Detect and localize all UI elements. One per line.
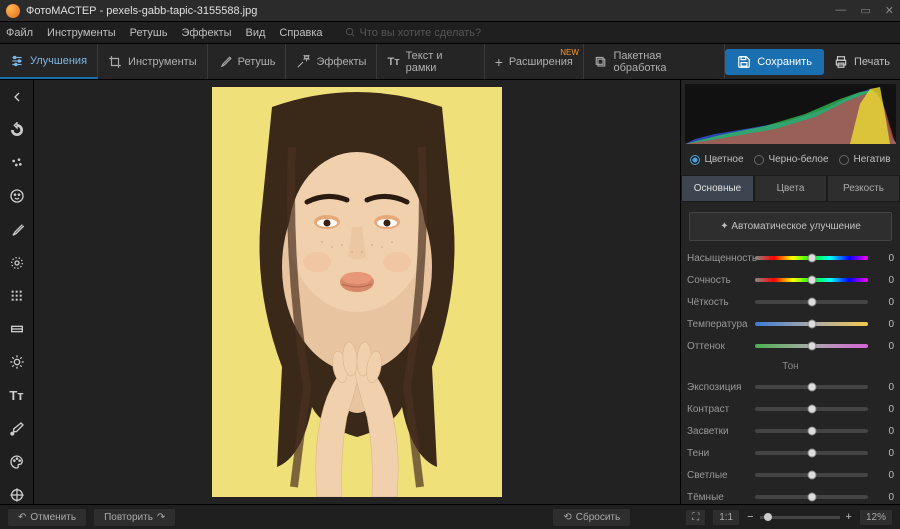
minimize-icon[interactable]: — — [835, 4, 846, 17]
tab-enhance[interactable]: Улучшения — [0, 44, 98, 79]
tab-batch[interactable]: Пакетная обработка — [584, 44, 725, 79]
text-icon: Tт — [387, 56, 399, 68]
subtab-colors[interactable]: Цвета — [754, 175, 827, 202]
canvas[interactable] — [34, 80, 680, 504]
close-icon[interactable]: ✕ — [885, 4, 894, 17]
search-icon — [345, 27, 356, 38]
histogram — [685, 84, 896, 144]
menu-tools[interactable]: Инструменты — [47, 27, 116, 39]
menu-help[interactable]: Справка — [279, 27, 322, 39]
paint-icon[interactable] — [8, 221, 26, 238]
grain-icon[interactable] — [8, 287, 26, 304]
bottombar: ↶Отменить Повторить↷ ⟲Сбросить ⛶ 1:1 − +… — [0, 504, 900, 529]
adjustment-subtabs: Основные Цвета Резкость — [681, 175, 900, 202]
stack-icon — [594, 55, 608, 69]
slider-shadows[interactable]: Тени0 — [687, 442, 894, 464]
wand-icon — [296, 55, 310, 69]
text-tool-icon[interactable]: Tт — [8, 387, 26, 404]
print-button[interactable]: Печать — [834, 55, 890, 69]
app-logo-icon — [6, 4, 20, 18]
slider-saturation[interactable]: Насыщенность0 — [687, 247, 894, 269]
save-button[interactable]: Сохранить — [725, 49, 824, 75]
reset-button[interactable]: ⟲Сбросить — [553, 509, 630, 526]
new-badge: NEW — [560, 48, 579, 57]
palette-icon[interactable] — [8, 454, 26, 471]
face-icon[interactable] — [8, 188, 26, 205]
tab-effects[interactable]: Эффекты — [286, 44, 377, 79]
menubar-search[interactable]: Что вы хотите сделать? — [345, 27, 482, 39]
auto-enhance-button[interactable]: ✦ Автоматическое улучшение — [689, 212, 892, 241]
titlebar: ФотоМАСТЕР - pexels-gabb-tapic-3155588.j… — [0, 0, 900, 22]
menu-retouch[interactable]: Ретушь — [130, 27, 168, 39]
slider-whites[interactable]: Светлые0 — [687, 464, 894, 486]
fit-button[interactable]: ⛶ — [686, 510, 705, 525]
zoom-slider[interactable] — [760, 516, 840, 519]
subtab-basic[interactable]: Основные — [681, 175, 754, 202]
reset-icon: ⟲ — [563, 512, 571, 523]
zoom-percent[interactable]: 12% — [860, 510, 892, 525]
ratio-display[interactable]: 1:1 — [713, 510, 739, 525]
subtab-sharpness[interactable]: Резкость — [827, 175, 900, 202]
photo-preview — [212, 87, 502, 497]
radio-bw[interactable]: Черно-белое — [754, 154, 828, 165]
sun-icon[interactable] — [8, 354, 26, 371]
brush-icon — [218, 55, 232, 69]
plus-icon: + — [495, 54, 503, 70]
radio-color[interactable]: Цветное — [690, 154, 743, 165]
menu-file[interactable]: Файл — [6, 27, 33, 39]
rotate-icon[interactable] — [8, 121, 26, 138]
slider-contrast[interactable]: Контраст0 — [687, 398, 894, 420]
tab-tools[interactable]: Инструменты — [98, 44, 208, 79]
slider-vibrance[interactable]: Сочность0 — [687, 269, 894, 291]
undo-icon: ↶ — [18, 512, 26, 523]
redo-icon: ↷ — [157, 512, 165, 523]
window-title: ФотоМАСТЕР - pexels-gabb-tapic-3155588.j… — [26, 5, 257, 17]
back-icon[interactable] — [8, 88, 26, 105]
radio-negative[interactable]: Негатив — [839, 154, 890, 165]
sliders-container: Насыщенность0 Сочность0 Чёткость0 Темпер… — [681, 247, 900, 504]
target-icon[interactable] — [8, 487, 26, 504]
dropper-icon[interactable] — [8, 420, 26, 437]
print-icon — [834, 55, 848, 69]
slider-exposure[interactable]: Экспозиция0 — [687, 376, 894, 398]
tab-text-frames[interactable]: Tт Текст и рамки — [377, 44, 484, 79]
menubar: Файл Инструменты Ретушь Эффекты Вид Спра… — [0, 22, 900, 44]
zoom-control[interactable]: − + — [747, 511, 852, 523]
main-tabs: Улучшения Инструменты Ретушь Эффекты Tт … — [0, 44, 900, 80]
radial-icon[interactable] — [8, 254, 26, 271]
slider-blacks[interactable]: Тёмные0 — [687, 486, 894, 504]
undo-button[interactable]: ↶Отменить — [8, 509, 86, 526]
wand-icon: ✦ — [720, 221, 728, 232]
window-controls: — ▭ ✕ — [835, 4, 894, 17]
save-icon — [737, 55, 751, 69]
menu-view[interactable]: Вид — [245, 27, 265, 39]
crop-icon — [108, 55, 122, 69]
sliders-icon — [10, 54, 24, 68]
slider-temperature[interactable]: Температура0 — [687, 313, 894, 335]
left-toolbar: Tт — [0, 80, 34, 504]
menu-effects[interactable]: Эффекты — [181, 27, 231, 39]
zoom-out-icon[interactable]: − — [747, 511, 753, 523]
slider-clarity[interactable]: Чёткость0 — [687, 291, 894, 313]
slider-tint[interactable]: Оттенок0 — [687, 335, 894, 357]
zoom-in-icon[interactable]: + — [846, 511, 852, 523]
maximize-icon[interactable]: ▭ — [860, 4, 870, 17]
color-mode-radios: Цветное Черно-белое Негатив — [681, 148, 900, 171]
redo-button[interactable]: Повторить↷ — [94, 509, 175, 526]
heal-icon[interactable] — [8, 154, 26, 171]
slider-highlights[interactable]: Засветки0 — [687, 420, 894, 442]
adjustments-panel: Цветное Черно-белое Негатив Основные Цве… — [680, 80, 900, 504]
tone-section-label: Тон — [687, 357, 894, 376]
tab-retouch[interactable]: Ретушь — [208, 44, 287, 79]
tab-extensions[interactable]: + Расширения NEW — [485, 44, 584, 79]
gradient-icon[interactable] — [8, 321, 26, 338]
